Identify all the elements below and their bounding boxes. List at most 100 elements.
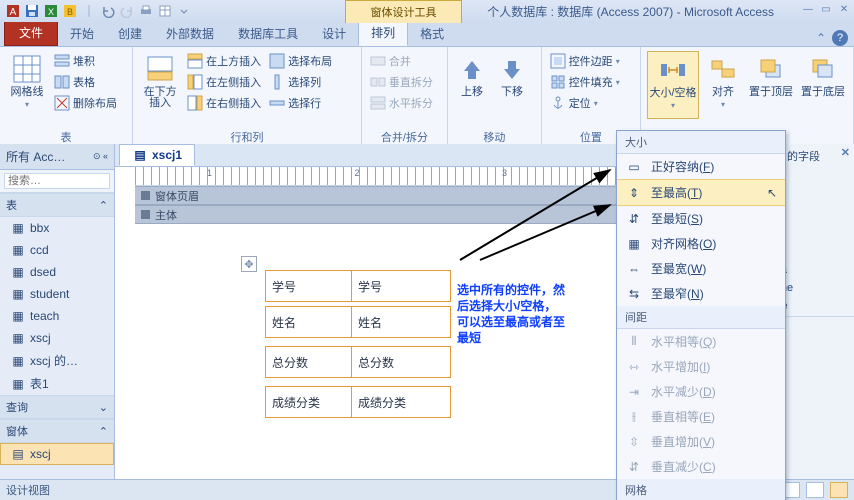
tab-home[interactable]: 开始 — [58, 21, 106, 46]
datasheet-icon[interactable] — [156, 2, 174, 20]
ribbon-tabs: 文件 开始 创建 外部数据 数据库工具 设计 排列 格式 ⌃ ? — [0, 22, 854, 47]
table-item[interactable]: ▦bbx — [0, 217, 114, 239]
table-item[interactable]: ▦xscj 的… — [0, 349, 114, 372]
form-icon: ▤ — [132, 147, 148, 163]
save-icon[interactable] — [23, 2, 41, 20]
restore-icon[interactable]: ▭ — [818, 2, 834, 16]
select-row-button[interactable]: 选择行 — [267, 93, 334, 113]
table-item[interactable]: ▦teach — [0, 305, 114, 327]
table-icon: ▦ — [10, 264, 26, 280]
move-down-button[interactable]: 下移 — [494, 51, 530, 117]
menu-to-grid[interactable]: ▦对齐网格(O) — [617, 231, 785, 256]
form-item-xscj[interactable]: ▤xscj — [0, 443, 114, 465]
align-button[interactable]: 对齐 ▾ — [703, 51, 743, 117]
menu-tallest[interactable]: ⇕至最高(T)↖ — [617, 179, 785, 206]
size-space-menu: 大小 ▭正好容纳(F) ⇕至最高(T)↖ ⇵至最短(S) ▦对齐网格(O) ⇔至… — [616, 130, 786, 500]
minimize-icon[interactable]: — — [800, 2, 816, 16]
gridlines-button[interactable]: 网格线 ▾ — [6, 51, 48, 117]
menu-shortest[interactable]: ⇵至最短(S) — [617, 206, 785, 231]
menu-widest[interactable]: ⇔至最宽(W) — [617, 256, 785, 281]
textbox-xingming[interactable]: 姓名 — [351, 306, 451, 338]
menu-vinc: ⇳垂直增加(V) — [617, 429, 785, 454]
size-space-button[interactable]: 大小/空格 ▾ — [647, 51, 699, 119]
search-input[interactable] — [4, 173, 110, 189]
collapse-ribbon-icon[interactable]: ⌃ — [816, 31, 826, 45]
stacked-button[interactable]: 堆积 — [52, 51, 119, 71]
undo-icon[interactable] — [99, 2, 117, 20]
menu-hdec: ⇥水平减少(D) — [617, 379, 785, 404]
menu-narrowest[interactable]: ⇆至最窄(N) — [617, 281, 785, 306]
doc-tab-xscj1[interactable]: ▤ xscj1 — [119, 144, 195, 166]
tab-format[interactable]: 格式 — [408, 21, 456, 46]
table-item[interactable]: ▦ccd — [0, 239, 114, 261]
close-pane-icon[interactable]: ✕ — [841, 146, 850, 159]
move-up-button[interactable]: 上移 — [454, 51, 490, 117]
bring-front-button[interactable]: 置于顶层 — [747, 51, 795, 117]
insert-below-big[interactable]: 在下方插入 — [139, 51, 181, 117]
table-item[interactable]: ▦xscj — [0, 327, 114, 349]
group-move-label: 移动 — [454, 129, 535, 145]
layout-selector-icon[interactable]: ✥ — [241, 256, 257, 272]
table-item[interactable]: ▦表1 — [0, 372, 114, 395]
select-layout-button[interactable]: 选择布局 — [267, 51, 334, 71]
help-icon[interactable]: ? — [832, 30, 848, 46]
label-chengjifenlei[interactable]: 成绩分类 — [265, 386, 359, 418]
send-back-button[interactable]: 置于底层 — [799, 51, 847, 117]
label-zongfenshu[interactable]: 总分数 — [265, 346, 359, 378]
anchoring-button[interactable]: 定位▾ — [548, 93, 622, 113]
qat-more-icon[interactable] — [175, 2, 193, 20]
excel-icon[interactable]: X — [42, 2, 60, 20]
table-icon: ▦ — [10, 220, 26, 236]
heq-icon: ⫴ — [625, 334, 643, 350]
group-mergesplit: 合并 垂直拆分 水平拆分 合并/拆分 — [362, 47, 448, 145]
insert-below-label: 在下方插入 — [139, 87, 181, 109]
textbox-xuehao[interactable]: 学号 — [351, 270, 451, 302]
control-padding-button[interactable]: 控件填充▾ — [548, 72, 622, 92]
remove-layout-button[interactable]: 删除布局 — [52, 93, 119, 113]
table-item[interactable]: ▦dsed — [0, 261, 114, 283]
select-column-button[interactable]: 选择列 — [267, 72, 334, 92]
menu-header-size: 大小 — [617, 131, 785, 154]
collapse-icon: ⌃ — [99, 425, 108, 438]
redo-icon[interactable] — [118, 2, 136, 20]
table-icon: ▦ — [10, 242, 26, 258]
widest-icon: ⇔ — [625, 261, 643, 277]
tabular-button[interactable]: 表格 — [52, 72, 119, 92]
nav-cat-queries[interactable]: 查询⌄ — [0, 395, 114, 419]
table-item[interactable]: ▦student — [0, 283, 114, 305]
group-table: 网格线 ▾ 堆积 表格 删除布局 表 — [0, 47, 133, 145]
word-icon[interactable]: B — [61, 2, 79, 20]
label-xuehao[interactable]: 学号 — [265, 270, 359, 302]
tab-design[interactable]: 设计 — [310, 21, 358, 46]
view-design-icon[interactable] — [830, 482, 848, 498]
control-margins-button[interactable]: 控件边距▾ — [548, 51, 622, 71]
print-icon[interactable] — [137, 2, 155, 20]
hsplit-button: 水平拆分 — [368, 93, 435, 113]
insert-left-button[interactable]: 在左侧插入 — [185, 72, 263, 92]
hinc-icon: ⇿ — [625, 359, 643, 375]
insert-above-button[interactable]: 在上方插入 — [185, 51, 263, 71]
chevron-down-icon: ▾ — [25, 100, 29, 109]
menu-heq: ⫴水平相等(Q) — [617, 329, 785, 354]
nav-cat-tables[interactable]: 表⌃ — [0, 193, 114, 217]
insert-right-button[interactable]: 在右侧插入 — [185, 93, 263, 113]
view-layout-icon[interactable] — [806, 482, 824, 498]
tab-create[interactable]: 创建 — [106, 21, 154, 46]
tab-externaldata[interactable]: 外部数据 — [154, 21, 226, 46]
textbox-chengjifenlei[interactable]: 成绩分类 — [351, 386, 451, 418]
textbox-zongfenshu[interactable]: 总分数 — [351, 346, 451, 378]
tab-arrange[interactable]: 排列 — [358, 19, 408, 46]
nav-cat-forms[interactable]: 窗体⌃ — [0, 419, 114, 443]
qat-sep — [80, 2, 98, 20]
menu-veq: ⫲垂直相等(E) — [617, 404, 785, 429]
label-xingming[interactable]: 姓名 — [265, 306, 359, 338]
nav-header[interactable]: 所有 Acc… ⊙ « — [0, 144, 114, 170]
form-icon: ▤ — [10, 446, 26, 462]
close-icon[interactable]: ✕ — [836, 2, 852, 16]
tab-dbtools[interactable]: 数据库工具 — [226, 21, 310, 46]
tab-file[interactable]: 文件 — [4, 20, 58, 46]
menu-header-spacing: 间距 — [617, 306, 785, 329]
tallest-icon: ⇕ — [625, 185, 643, 201]
window-title: 个人数据库 : 数据库 (Access 2007) - Microsoft Ac… — [487, 0, 774, 22]
menu-fit[interactable]: ▭正好容纳(F) — [617, 154, 785, 179]
